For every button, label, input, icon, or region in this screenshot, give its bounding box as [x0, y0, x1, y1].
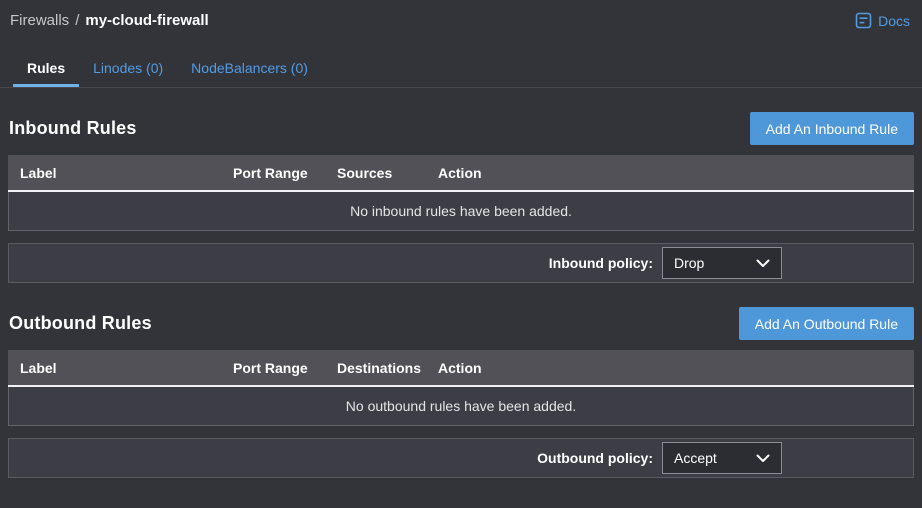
outbound-column-action: Action	[438, 360, 902, 376]
tabs-divider	[0, 87, 922, 88]
outbound-column-destinations: Destinations	[337, 360, 438, 376]
outbound-rules-title: Outbound Rules	[9, 313, 152, 334]
inbound-column-port-range: Port Range	[233, 165, 337, 181]
inbound-column-sources: Sources	[337, 165, 438, 181]
outbound-empty-message: No outbound rules have been added.	[346, 398, 576, 414]
inbound-policy-value: Drop	[674, 255, 704, 271]
inbound-empty-message: No inbound rules have been added.	[350, 203, 572, 219]
inbound-column-label: Label	[20, 165, 233, 181]
add-outbound-rule-button[interactable]: Add An Outbound Rule	[739, 307, 914, 340]
outbound-table-header: Label Port Range Destinations Action	[8, 350, 914, 387]
add-inbound-rule-button[interactable]: Add An Inbound Rule	[750, 112, 914, 145]
outbound-policy-select[interactable]: Accept	[662, 442, 782, 474]
outbound-rules-section: Outbound Rules Add An Outbound Rule Labe…	[0, 307, 922, 478]
inbound-rules-table: Label Port Range Sources Action No inbou…	[8, 155, 914, 231]
docs-link[interactable]: Docs	[855, 12, 910, 29]
inbound-policy-row: Inbound policy: Drop	[8, 243, 914, 283]
tab-rules[interactable]: Rules	[13, 52, 79, 87]
inbound-table-header: Label Port Range Sources Action	[8, 155, 914, 192]
tab-linodes[interactable]: Linodes (0)	[79, 52, 177, 87]
inbound-policy-select[interactable]: Drop	[662, 247, 782, 279]
firewall-detail-page: Firewalls / my-cloud-firewall Docs Rules…	[0, 0, 922, 508]
inbound-rules-section: Inbound Rules Add An Inbound Rule Label …	[0, 112, 922, 283]
breadcrumb-separator: /	[75, 12, 79, 29]
breadcrumb-current-firewall: my-cloud-firewall	[85, 12, 208, 29]
top-bar: Firewalls / my-cloud-firewall Docs	[0, 0, 922, 32]
tab-bar: Rules Linodes (0) NodeBalancers (0)	[13, 52, 922, 87]
docs-link-label: Docs	[878, 13, 910, 29]
outbound-policy-label: Outbound policy:	[537, 450, 653, 466]
breadcrumb: Firewalls / my-cloud-firewall	[10, 12, 209, 29]
inbound-policy-label: Inbound policy:	[549, 255, 653, 271]
docs-icon	[855, 12, 872, 29]
outbound-column-label: Label	[20, 360, 233, 376]
outbound-policy-row: Outbound policy: Accept	[8, 438, 914, 478]
outbound-policy-value: Accept	[674, 450, 717, 466]
inbound-column-action: Action	[438, 165, 902, 181]
tab-nodebalancers[interactable]: NodeBalancers (0)	[177, 52, 322, 87]
outbound-empty-state: No outbound rules have been added.	[8, 387, 914, 426]
inbound-rules-title: Inbound Rules	[9, 118, 137, 139]
breadcrumb-firewalls-link[interactable]: Firewalls	[10, 12, 69, 29]
outbound-rules-table: Label Port Range Destinations Action No …	[8, 350, 914, 426]
outbound-column-port-range: Port Range	[233, 360, 337, 376]
inbound-empty-state: No inbound rules have been added.	[8, 192, 914, 231]
chevron-down-icon	[756, 454, 770, 463]
chevron-down-icon	[756, 259, 770, 268]
